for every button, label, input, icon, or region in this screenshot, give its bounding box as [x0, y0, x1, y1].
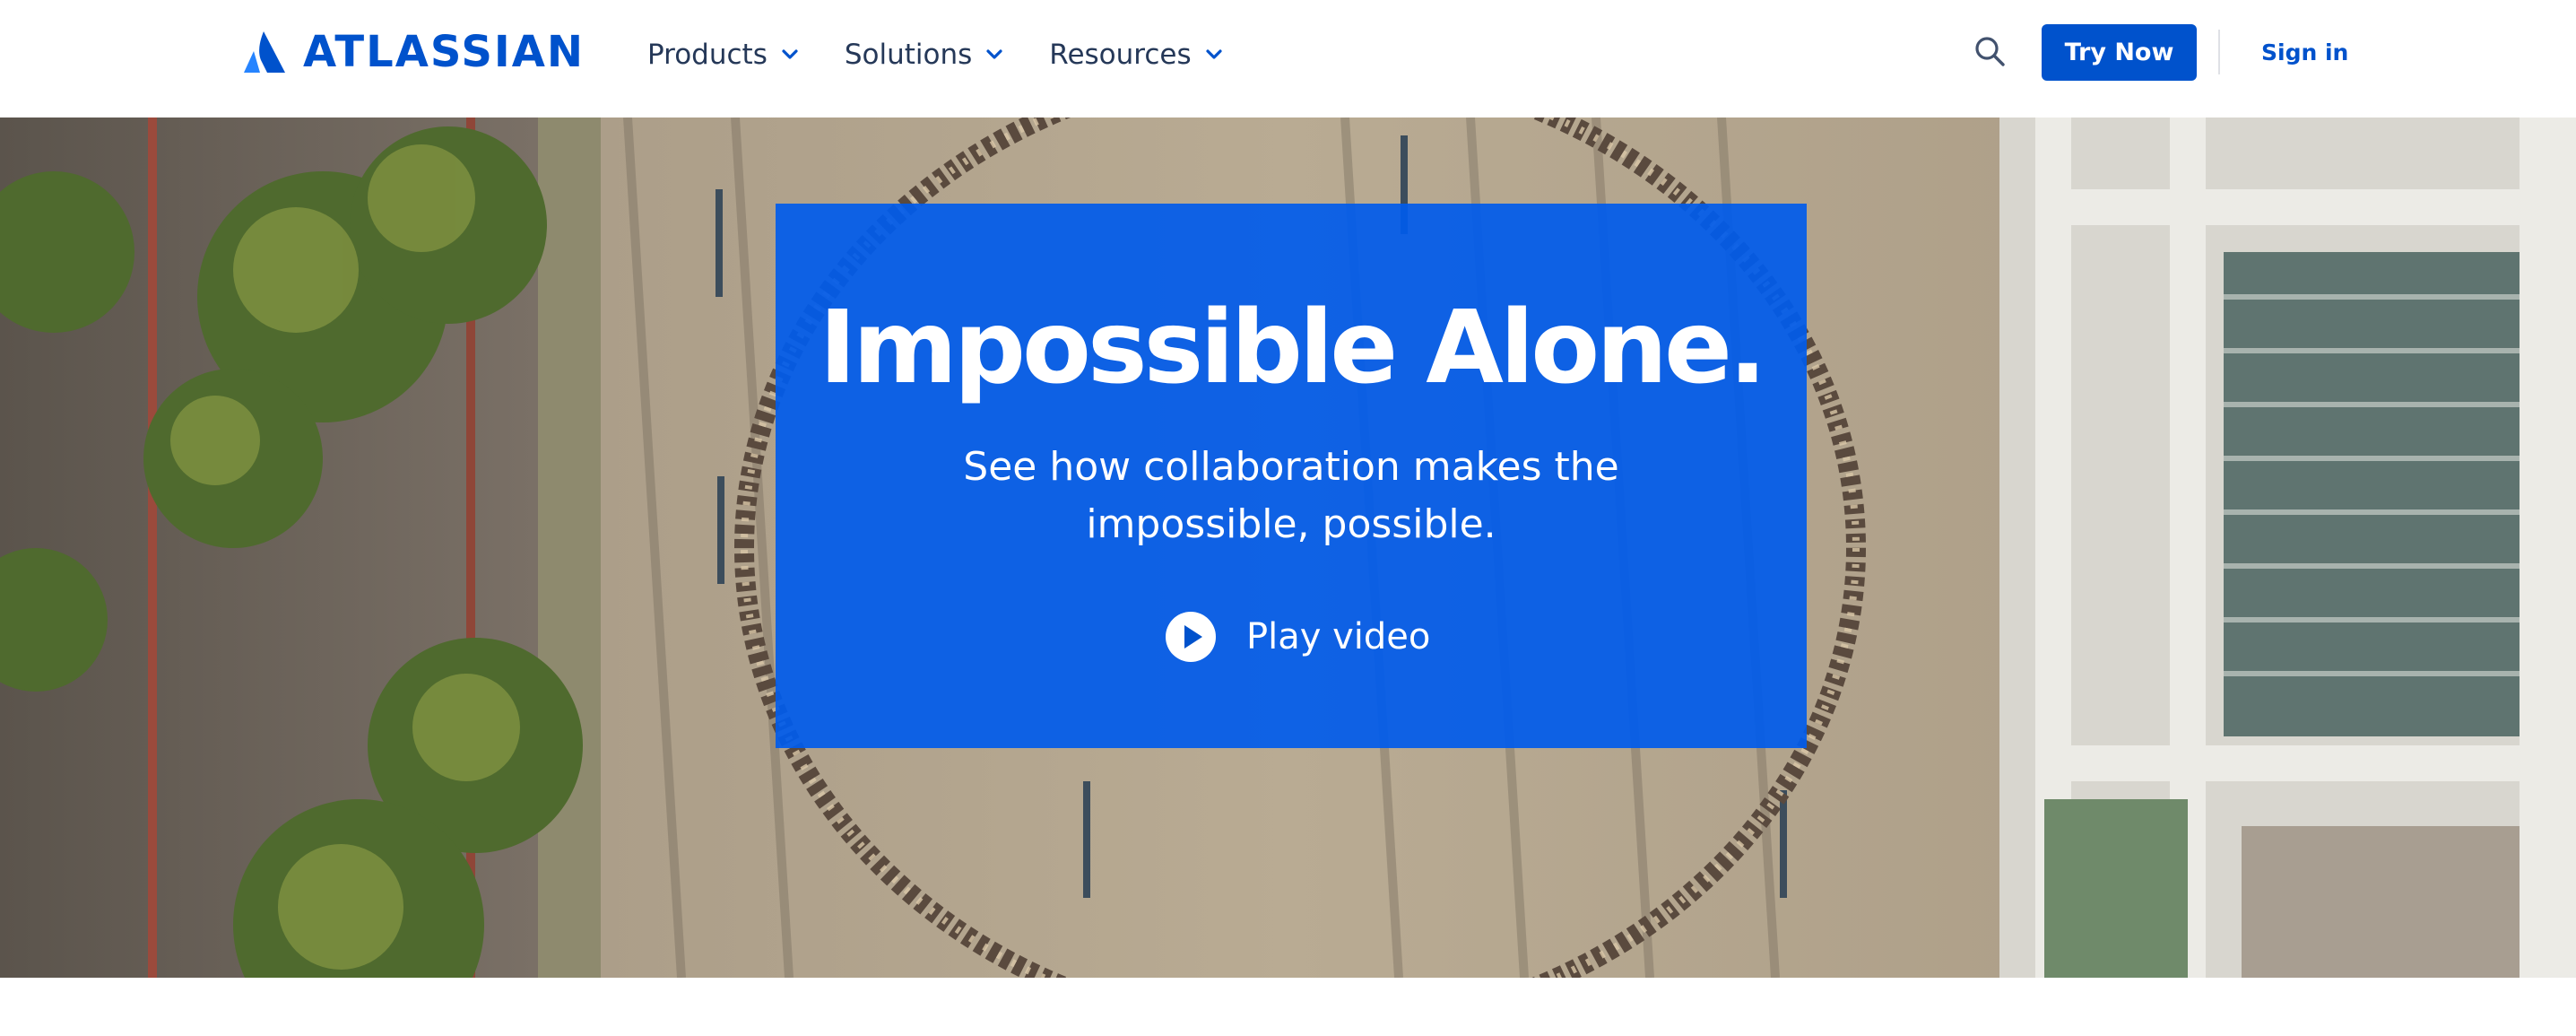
nav-products[interactable]: Products: [647, 38, 798, 71]
hero-section: Impossible Alone. See how collaboration …: [0, 118, 2576, 978]
hero-subtitle: See how collaboration makes the impossib…: [937, 439, 1645, 553]
nav-products-label: Products: [647, 38, 768, 71]
brand-name: ATLASSIAN: [303, 27, 585, 77]
atlassian-logo[interactable]: ATLASSIAN: [242, 27, 585, 77]
hero-card: Impossible Alone. See how collaboration …: [776, 204, 1807, 748]
site-header: ATLASSIAN Products Solutions Resources T…: [0, 0, 2576, 118]
nav-solutions-label: Solutions: [844, 38, 973, 71]
header-divider: [2218, 30, 2220, 74]
nav-solutions[interactable]: Solutions: [844, 38, 1002, 71]
hero-subtitle-line-2: impossible, possible.: [1086, 501, 1496, 547]
chevron-down-icon: [1206, 49, 1222, 59]
search-icon: [1975, 37, 2005, 66]
play-video-label: Play video: [1246, 616, 1431, 657]
nav-resources-label: Resources: [1049, 38, 1192, 71]
hero-subtitle-line-1: See how collaboration makes the: [963, 444, 1619, 490]
chevron-down-icon: [782, 49, 798, 59]
sign-in-link[interactable]: Sign in: [2261, 39, 2348, 65]
search-button[interactable]: [1973, 34, 2008, 70]
play-video-button[interactable]: Play video: [1165, 610, 1430, 664]
atlassian-logo-icon: [244, 31, 285, 73]
main-nav: Products Solutions Resources: [647, 32, 1269, 77]
try-now-button[interactable]: Try Now: [2042, 24, 2197, 81]
chevron-down-icon: [986, 49, 1002, 59]
play-circle-icon: [1166, 612, 1216, 662]
nav-resources[interactable]: Resources: [1049, 38, 1222, 71]
hero-title: Impossible Alone.: [819, 290, 1767, 406]
